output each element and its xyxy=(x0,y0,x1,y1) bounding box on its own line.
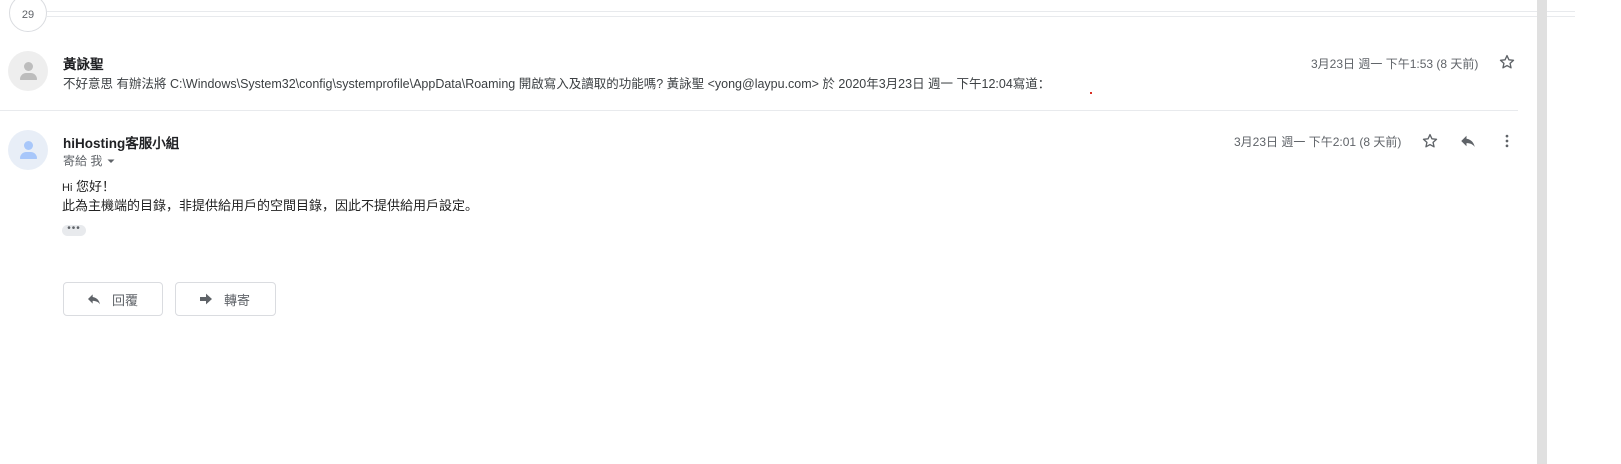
reply-label: 回覆 xyxy=(112,292,139,308)
message-date: 3月23日 週一 下午2:01 (8 天前) xyxy=(1234,135,1402,149)
sender-avatar[interactable] xyxy=(8,51,48,91)
person-avatar-icon xyxy=(24,62,33,71)
collapsed-count-badge[interactable]: 29 xyxy=(9,0,47,32)
recipient-line[interactable]: 寄給 我 xyxy=(63,152,116,169)
avatar-body xyxy=(20,73,37,80)
chevron-down-icon[interactable] xyxy=(106,156,116,166)
message-body: Hi 您好！ 此為主機端的目錄，非提供給用戶的空間目錄，因此不提供給用戶設定。 xyxy=(62,178,478,215)
person-avatar-icon xyxy=(24,141,33,150)
reply-action-button[interactable]: 回覆 xyxy=(63,282,163,316)
more-vert-icon xyxy=(1505,134,1509,148)
greeting-text: 您好！ xyxy=(76,179,116,194)
star-icon xyxy=(1499,54,1515,69)
message-snippet[interactable]: 不好意思 有辦法將 C:\Windows\System32\config\sys… xyxy=(63,73,1050,92)
star-button[interactable] xyxy=(1495,50,1519,74)
body-line: 此為主機端的目錄，非提供給用戶的空間目錄，因此不提供給用戶設定。 xyxy=(62,198,479,213)
sender-avatar[interactable] xyxy=(8,130,48,170)
divider xyxy=(47,16,1575,17)
forward-label: 轉寄 xyxy=(224,292,251,308)
greeting-prefix: Hi xyxy=(62,182,73,194)
star-button[interactable] xyxy=(1418,129,1442,153)
reply-icon xyxy=(1461,135,1475,147)
avatar-body xyxy=(20,152,37,159)
divider xyxy=(0,110,1518,111)
reply-icon xyxy=(86,291,102,307)
scrollbar-thumb[interactable] xyxy=(1537,0,1547,464)
forward-icon xyxy=(198,291,214,307)
reply-button[interactable] xyxy=(1456,129,1480,153)
more-options-button[interactable] xyxy=(1495,129,1519,153)
forward-action-button[interactable]: 轉寄 xyxy=(175,282,276,316)
red-dot xyxy=(1090,92,1092,94)
star-icon xyxy=(1422,133,1438,148)
sender-name[interactable]: 黃詠聖 xyxy=(63,53,104,73)
sender-name[interactable]: hiHosting客服小組 xyxy=(63,132,179,152)
greeting-line: Hi 您好！ xyxy=(62,178,478,197)
recipient-label: 寄給 我 xyxy=(63,154,103,168)
divider xyxy=(47,11,1575,12)
show-trimmed-content-button[interactable]: ••• xyxy=(62,224,86,236)
collapsed-messages-row[interactable]: 29 xyxy=(0,0,1575,34)
message-date: 3月23日 週一 下午1:53 (8 天前) xyxy=(1311,57,1479,71)
